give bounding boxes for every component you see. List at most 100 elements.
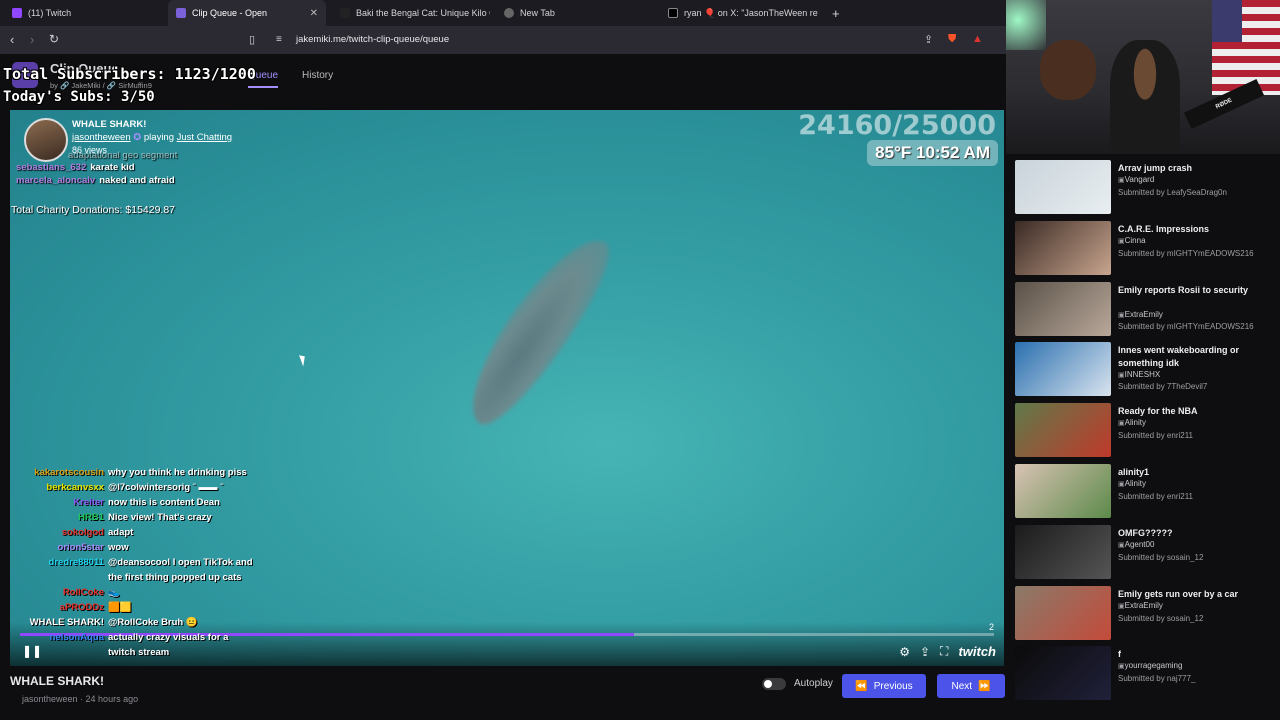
fast-forward-icon: ⏩ — [978, 680, 991, 692]
queue-item[interactable]: Ready for the NBAAlinity Submitted by enr… — [1015, 401, 1277, 459]
new-tab-favicon-icon — [504, 8, 514, 18]
clip-game-link[interactable]: Just Chatting — [177, 132, 232, 143]
clip-title-below: WHALE SHARK! — [10, 674, 104, 688]
queue-item-submitter: Submitted by enri211 — [1118, 431, 1194, 441]
clip-meta-below: jasontheween · 24 hours ago — [22, 694, 139, 704]
chat-message: wow — [108, 542, 129, 553]
queue-item-submitter: Submitted by sosain_12 — [1118, 552, 1204, 562]
chat-message: why you think he drinking piss — [108, 467, 247, 478]
share-clip-icon[interactable]: ⇪ — [920, 645, 930, 659]
clip-thumbnail[interactable] — [1015, 464, 1111, 518]
queue-item[interactable]: Emily reports Rosii to security ExtraEmil… — [1015, 280, 1277, 338]
chat-username[interactable]: dredre88011 — [10, 557, 104, 568]
queue-item-title: Ready for the NBA — [1118, 406, 1198, 417]
chat-username[interactable]: nelsonAqua — [10, 632, 104, 643]
clip-thumbnail[interactable] — [1015, 281, 1111, 336]
chat-username[interactable]: Kreiter — [10, 497, 104, 508]
brave-shield-icon[interactable]: ⛊ — [948, 33, 956, 46]
tab-tiktok[interactable]: Baki the Bengal Cat: Unique Kilo Cha — [332, 0, 490, 26]
chat-line: aPRODDz 🟧🟨 — [10, 602, 253, 617]
chat-message: 👟 — [108, 587, 120, 598]
chat-username[interactable]: orion5star — [10, 542, 104, 553]
queue-item-title: Arrav jump crash — [1118, 163, 1193, 173]
chat-username[interactable]: berkcanvsxx — [10, 482, 104, 493]
stream-chat: kakarotscousin why you think he drinking … — [10, 467, 253, 662]
site-info-icon[interactable]: ≡ — [276, 34, 282, 45]
previous-button[interactable]: ⏪ Previous — [842, 674, 926, 698]
clip-thumbnail[interactable] — [1015, 220, 1111, 275]
clip-thumbnail[interactable] — [1015, 524, 1111, 579]
queue-item-submitter: Submitted by naj777_ — [1118, 674, 1196, 684]
charity-total: Total Charity Donations: $15429.87 — [11, 204, 176, 216]
address-bar[interactable]: jakemiki.me/twitch-clip-queue/queue — [296, 34, 449, 45]
queue-item-category: ExtraEmily — [1118, 601, 1163, 610]
tab-label: Baki the Bengal Cat: Unique Kilo Cha — [356, 8, 490, 18]
clip-queue-page: Clip Queue by 🔗 JakeMiki / 🔗 SirMuffin9 … — [0, 54, 1006, 720]
chat-line: twitch stream — [10, 647, 253, 662]
chat-username[interactable]: aPRODDz — [10, 602, 104, 613]
clip-thumbnail[interactable] — [1015, 342, 1111, 397]
queue-item-category: Agent00 — [1118, 540, 1155, 549]
chat-message: @l7colwintersorig ˉ ▬▬ ˉ — [108, 482, 224, 493]
video-chat-line: sebastians_632 karate kid — [16, 162, 135, 173]
back-icon[interactable]: ‹ — [10, 32, 14, 47]
queue-sidebar: Arrav jump crash Vangard Submitted by Leaf… — [1006, 154, 1280, 720]
verified-icon: ✪ — [133, 132, 142, 143]
reload-icon[interactable]: ↻ — [49, 32, 59, 46]
queue-item[interactable]: C.A.R.E. Impressions Cinna Submitted by mI… — [1015, 219, 1277, 277]
tab-clip-queue[interactable]: Clip Queue - Open ✕ — [168, 0, 326, 26]
new-tab-button[interactable]: + — [824, 0, 844, 26]
close-tab-icon[interactable]: ✕ — [310, 8, 318, 19]
clip-thumbnail[interactable] — [1015, 160, 1111, 214]
next-button[interactable]: Next ⏩ — [937, 674, 1005, 698]
clip-title: WHALE SHARK! — [72, 119, 147, 130]
chat-username[interactable]: RollCoke — [10, 587, 104, 598]
chat-message: @deansocool I open TikTok and — [108, 557, 253, 568]
queue-item-submitter: Submitted by mIGHTYmEADOWS216 — [1118, 321, 1254, 331]
bookmark-icon[interactable]: ▯ — [249, 33, 255, 46]
clip-thumbnail[interactable] — [1015, 585, 1111, 640]
queue-item-category: Alinity — [1118, 479, 1146, 488]
tab-x-post[interactable]: ryan 🎈 on X: "JasonTheWeen reveal — [660, 0, 818, 26]
queue-item-submitter: Submitted by mIGHTYmEADOWS216 — [1118, 248, 1254, 258]
chat-username[interactable]: kakarotscousin — [10, 467, 104, 478]
clip-queue-favicon-icon — [176, 8, 186, 18]
chat-line: WHALE SHARK! @RollCoke Bruh 😐 — [10, 617, 253, 632]
tab-twitch[interactable]: (11) Twitch — [4, 0, 170, 26]
queue-item[interactable]: alinity1 Alinity Submitted by enri211 — [1015, 462, 1277, 520]
queue-item-category: Cinna — [1118, 236, 1146, 245]
forward-icon[interactable]: › — [30, 32, 34, 47]
streamer-image — [1110, 40, 1180, 154]
twitch-logo[interactable]: twitch — [958, 644, 996, 659]
nav-history[interactable]: History — [302, 70, 333, 81]
queue-item-title: OMFG????? — [1118, 527, 1173, 538]
playing-text: playing — [143, 132, 174, 143]
chat-message: Nice view! That's crazy — [108, 512, 212, 523]
tiktok-favicon-icon — [340, 8, 350, 18]
clip-thumbnail[interactable] — [1015, 646, 1111, 701]
autoplay-toggle[interactable] — [762, 678, 786, 690]
chat-username[interactable]: sokolgod — [10, 527, 104, 538]
chat-username[interactable]: WHALE SHARK! — [10, 617, 104, 628]
lamp-image — [1006, 0, 1046, 50]
settings-icon[interactable]: ⚙ — [899, 645, 910, 659]
clip-author-link[interactable]: jasontheween — [72, 132, 131, 143]
share-icon[interactable]: ⇪ — [924, 33, 933, 46]
chat-message: 🟧🟨 — [108, 602, 132, 613]
queue-item[interactable]: OMFG????? Agent00 Submitted by sosain_12 — [1015, 523, 1277, 581]
chat-username[interactable]: HRB1 — [10, 512, 104, 523]
plush-toy-image — [1040, 40, 1096, 100]
fullscreen-icon[interactable]: ⛶ — [940, 644, 948, 659]
clip-thumbnail[interactable] — [1015, 403, 1111, 458]
queue-item[interactable]: fyourragegaming Submitted by naj777_ — [1015, 644, 1277, 702]
queue-item[interactable]: Innes went wakeboarding or something idk… — [1015, 340, 1277, 398]
queue-item[interactable]: Emily gets run over by a car ExtraEmily Su… — [1015, 584, 1277, 642]
rewards-icon[interactable]: ▲ — [972, 33, 983, 45]
avatar[interactable] — [24, 118, 68, 162]
queue-item-category: ExtraEmily — [1118, 310, 1163, 319]
queue-item-submitter: Submitted by enri211 — [1118, 492, 1194, 501]
twitch-favicon-icon — [12, 8, 22, 18]
tab-new-tab[interactable]: New Tab — [496, 0, 654, 26]
tab-label: New Tab — [520, 8, 555, 18]
queue-item[interactable]: Arrav jump crash Vangard Submitted by Leaf… — [1015, 158, 1277, 216]
